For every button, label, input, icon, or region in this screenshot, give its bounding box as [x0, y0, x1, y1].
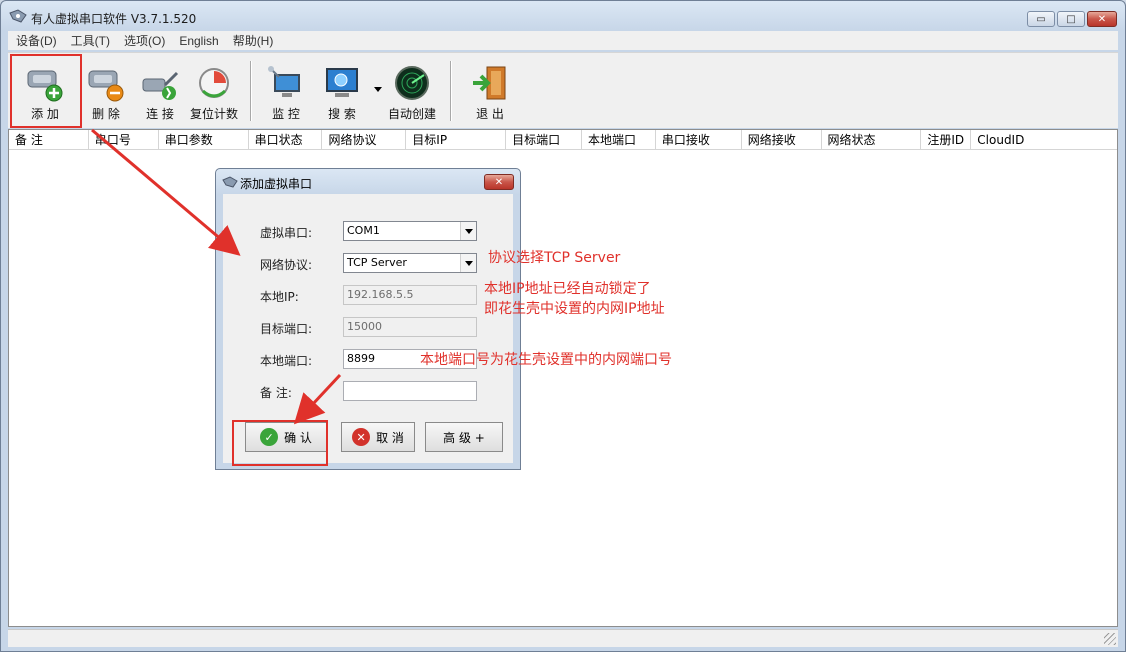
close-button[interactable]: ✕: [1087, 11, 1117, 27]
main-window: 有人虚拟串口软件 V3.7.1.520 ▭ □ ✕ 设备(D) 工具(T) 选项…: [0, 0, 1126, 652]
radar-icon: [395, 66, 429, 100]
local-ip-field: 192.168.5.5: [343, 285, 477, 305]
ip-annotation-line1: 本地IP地址已经自动锁定了: [484, 281, 651, 297]
column-com-status[interactable]: 串口状态: [249, 130, 323, 150]
search-button[interactable]: 搜 索: [316, 57, 368, 125]
exit-button[interactable]: 退 出: [464, 57, 516, 125]
local-ip-label: 本地IP:: [260, 290, 299, 304]
protocol-label: 网络协议:: [260, 258, 313, 272]
cancel-label: 取 消: [376, 430, 404, 445]
chevron-down-icon[interactable]: [460, 254, 476, 272]
virtual-com-label: 虚拟串口:: [260, 226, 313, 240]
column-local-port[interactable]: 本地端口: [582, 130, 656, 150]
toolbar: 添 加 删 除 连 接 复位计数 监 控 搜 索 自动创建 退 出: [8, 52, 1118, 128]
reset-count-label: 复位计数: [189, 107, 238, 121]
remark-label: 备 注:: [260, 386, 292, 400]
column-cloud-id[interactable]: CloudID: [971, 130, 1117, 150]
toolbar-separator: [250, 61, 252, 121]
cancel-button[interactable]: ✕ 取 消: [341, 422, 415, 452]
monitor-button[interactable]: 监 控: [260, 57, 312, 125]
ip-annotation-line2: 即花生壳中设置的内网IP地址: [484, 301, 665, 317]
monitor-icon: [268, 66, 300, 97]
target-port-field: 15000: [343, 317, 477, 337]
delete-label: 删 除: [92, 107, 120, 121]
menu-device[interactable]: 设备(D): [16, 32, 57, 49]
maximize-button[interactable]: □: [1057, 11, 1085, 27]
delete-port-icon: [88, 70, 124, 102]
connect-icon: [142, 71, 179, 100]
window-title: 有人虚拟串口软件 V3.7.1.520: [31, 12, 197, 26]
column-com-params[interactable]: 串口参数: [159, 130, 249, 150]
ok-button-highlight: [232, 420, 328, 466]
connect-label: 连 接: [146, 107, 174, 121]
advanced-label: 高 级 +: [443, 430, 485, 445]
search-label: 搜 索: [328, 107, 356, 121]
column-com-receive[interactable]: 串口接收: [656, 130, 742, 150]
column-net-receive[interactable]: 网络接收: [742, 130, 822, 150]
search-dropdown-arrow[interactable]: [374, 87, 382, 92]
auto-create-button[interactable]: 自动创建: [386, 57, 438, 125]
column-header: 备 注 串口号 串口参数 串口状态 网络协议 目标IP 目标端口 本地端口 串口…: [9, 130, 1117, 150]
dialog-app-icon: [222, 176, 238, 188]
column-net-status[interactable]: 网络状态: [822, 130, 922, 150]
protocol-annotation: 协议选择TCP Server: [488, 250, 621, 266]
exit-label: 退 出: [476, 107, 504, 121]
app-icon: [9, 9, 27, 23]
window-controls: ▭ □ ✕: [1027, 11, 1117, 27]
advanced-button[interactable]: 高 级 +: [425, 422, 503, 452]
column-protocol[interactable]: 网络协议: [322, 130, 407, 150]
target-port-label: 目标端口:: [260, 322, 313, 336]
local-port-label: 本地端口:: [260, 354, 313, 368]
status-bar: [8, 629, 1118, 647]
menu-help[interactable]: 帮助(H): [233, 32, 274, 49]
remark-field[interactable]: [343, 381, 477, 401]
resize-grip[interactable]: [1104, 633, 1116, 645]
x-icon: ✕: [352, 428, 371, 446]
title-bar: 有人虚拟串口软件 V3.7.1.520 ▭ □ ✕: [1, 1, 1125, 31]
menu-options[interactable]: 选项(O): [124, 32, 165, 49]
dialog-close-button[interactable]: ✕: [484, 174, 514, 190]
port-list: 备 注 串口号 串口参数 串口状态 网络协议 目标IP 目标端口 本地端口 串口…: [8, 129, 1118, 627]
delete-button[interactable]: 删 除: [80, 57, 132, 125]
menu-english[interactable]: English: [179, 34, 218, 48]
exit-door-icon: [473, 66, 506, 100]
reset-count-button[interactable]: 复位计数: [188, 57, 240, 125]
minimize-button[interactable]: ▭: [1027, 11, 1055, 27]
protocol-select[interactable]: TCP Server: [343, 253, 477, 273]
auto-create-label: 自动创建: [387, 107, 436, 121]
monitor-label: 监 控: [272, 107, 300, 121]
chevron-down-icon[interactable]: [460, 222, 476, 240]
column-register-id[interactable]: 注册ID: [921, 130, 972, 150]
protocol-value: TCP Server: [347, 256, 407, 269]
virtual-com-value: COM1: [347, 224, 380, 237]
menu-tools[interactable]: 工具(T): [71, 32, 110, 49]
port-annotation: 本地端口号为花生壳设置中的内网端口号: [420, 352, 672, 368]
search-monitor-icon: [326, 68, 358, 97]
virtual-com-select[interactable]: COM1: [343, 221, 477, 241]
column-target-port[interactable]: 目标端口: [506, 130, 582, 150]
column-target-ip[interactable]: 目标IP: [406, 130, 507, 150]
column-com-port[interactable]: 串口号: [89, 130, 159, 150]
dialog-title: 添加虚拟串口: [240, 177, 313, 191]
toolbar-separator: [450, 61, 452, 121]
menu-bar: 设备(D) 工具(T) 选项(O) English 帮助(H): [8, 31, 1118, 50]
add-button-highlight: [10, 54, 82, 128]
column-remark[interactable]: 备 注: [9, 130, 89, 150]
connect-button[interactable]: 连 接: [134, 57, 186, 125]
reset-timer-icon: [199, 68, 229, 98]
